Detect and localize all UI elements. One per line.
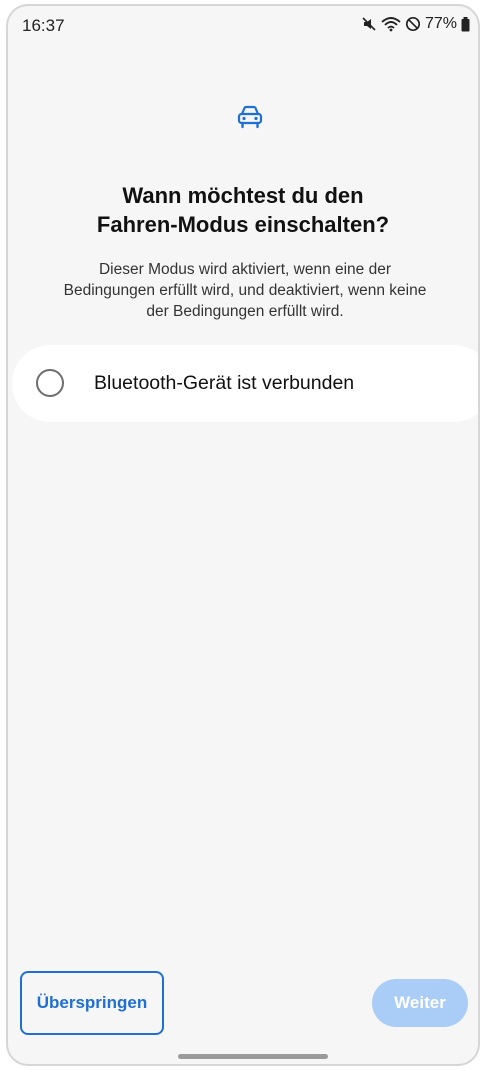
home-indicator bbox=[178, 1054, 328, 1059]
page-description-line-1: Dieser Modus wird aktiviert, wenn eine d… bbox=[98, 261, 392, 278]
option-label: Bluetooth-Gerät ist verbunden bbox=[94, 372, 355, 394]
page-title: Wann möchtest du den Fahren-Modus einsch… bbox=[8, 181, 478, 239]
battery-icon bbox=[461, 16, 470, 32]
page-title-line-1: Wann möchtest du den bbox=[122, 183, 364, 208]
skip-button[interactable]: Überspringen bbox=[20, 971, 164, 1035]
next-button[interactable]: Weiter bbox=[372, 979, 468, 1027]
option-bluetooth-connected[interactable]: Bluetooth-Gerät ist verbunden bbox=[12, 345, 478, 422]
page-description-line-2: Bedingungen erfüllt wird, und deaktivier… bbox=[63, 282, 427, 299]
page-description: Dieser Modus wird aktiviert, wenn eine d… bbox=[30, 259, 460, 322]
car-icon bbox=[236, 104, 264, 130]
page-description-line-3: der Bedingungen erfüllt wird. bbox=[146, 303, 344, 320]
status-time: 16:37 bbox=[22, 16, 65, 35]
status-icons: 77% bbox=[361, 15, 470, 33]
status-bar: 16:37 77% bbox=[8, 6, 478, 46]
battery-percent: 77% bbox=[424, 15, 457, 32]
page-title-line-2: Fahren-Modus einschalten? bbox=[96, 212, 390, 237]
phone-screen: 16:37 77% Wann möchtest du den Fahren-Mo… bbox=[6, 4, 480, 1066]
wifi-icon bbox=[381, 16, 401, 32]
radio-button[interactable] bbox=[36, 369, 64, 397]
do-not-disturb-icon bbox=[405, 16, 421, 32]
mute-icon bbox=[361, 16, 377, 32]
